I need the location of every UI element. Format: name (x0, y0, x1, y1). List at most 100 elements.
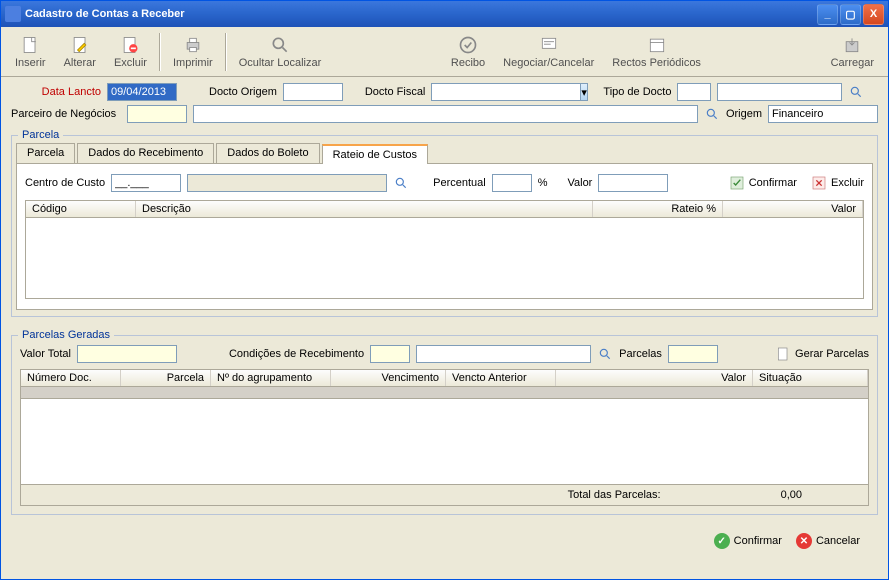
search-icon[interactable] (597, 346, 613, 362)
negociar-cancelar-button[interactable]: Negociar/Cancelar (495, 33, 602, 71)
ocultar-localizar-button[interactable]: Ocultar Localizar (231, 33, 330, 71)
parceiro-code-field[interactable] (127, 105, 187, 123)
data-lancto-field[interactable] (107, 83, 177, 101)
col-numero-doc[interactable]: Número Doc. (21, 370, 121, 386)
tipo-docto-desc-field[interactable] (717, 83, 842, 101)
window-buttons: _ ▢ X (817, 4, 884, 25)
minimize-button[interactable]: _ (817, 4, 838, 25)
gerar-parcelas-button[interactable]: Gerar Parcelas (775, 346, 869, 362)
percentual-field[interactable] (492, 174, 532, 192)
docto-origem-label: Docto Origem (209, 86, 277, 98)
tipo-docto-label: Tipo de Docto (603, 86, 671, 98)
check-circle-icon (458, 35, 478, 55)
docto-fiscal-label: Docto Fiscal (365, 86, 426, 98)
valor-total-label: Valor Total (20, 348, 71, 360)
alterar-button[interactable]: Alterar (56, 33, 104, 71)
rateio-excluir-label: Excluir (831, 177, 864, 189)
origem-field (768, 105, 878, 123)
document-new-icon (20, 35, 40, 55)
condicoes-code-field[interactable] (370, 345, 410, 363)
header-row-2: Parceiro de Negócios Origem (11, 105, 878, 123)
search-icon[interactable] (848, 84, 864, 100)
excluir-button[interactable]: Excluir (106, 33, 155, 71)
col-valor[interactable]: Valor (723, 201, 863, 217)
document-delete-icon (120, 35, 140, 55)
bottom-bar: ✓ Confirmar ✕ Cancelar (11, 525, 878, 557)
tab-rateio-custos[interactable]: Rateio de Custos (322, 144, 428, 164)
toolbar-separator (225, 33, 227, 71)
contract-icon (539, 35, 559, 55)
search-icon[interactable] (393, 175, 409, 191)
tipo-docto-code-field[interactable] (677, 83, 711, 101)
parcelas-field[interactable] (668, 345, 718, 363)
magnifier-icon (270, 35, 290, 55)
inserir-button[interactable]: Inserir (7, 33, 54, 71)
col-valor[interactable]: Valor (556, 370, 753, 386)
col-descricao[interactable]: Descrição (136, 201, 593, 217)
tab-parcela[interactable]: Parcela (16, 143, 75, 163)
docto-fiscal-field[interactable] (431, 83, 581, 101)
app-icon (5, 6, 21, 22)
negociar-cancelar-label: Negociar/Cancelar (503, 57, 594, 69)
parcelas-label: Parcelas (619, 348, 662, 360)
search-icon[interactable] (704, 106, 720, 122)
col-n-agrupamento[interactable]: Nº do agrupamento (211, 370, 331, 386)
col-vencimento[interactable]: Vencimento (331, 370, 446, 386)
toolbar: Inserir Alterar Excluir Imprimir Ocultar… (1, 27, 888, 77)
chevron-down-icon[interactable]: ▾ (581, 83, 588, 101)
toolbar-separator (159, 33, 161, 71)
recibo-button[interactable]: Recibo (443, 33, 493, 71)
valor-label: Valor (567, 177, 592, 189)
window-title: Cadastro de Contas a Receber (25, 8, 817, 20)
calendar-icon (647, 35, 667, 55)
col-parcela[interactable]: Parcela (121, 370, 211, 386)
content-area: Data Lancto Docto Origem Docto Fiscal ▾ … (1, 77, 888, 579)
rateio-table: Código Descrição Rateio % Valor (25, 200, 864, 299)
rateio-table-body (26, 218, 863, 298)
confirmar-button[interactable]: ✓ Confirmar (714, 533, 782, 549)
imprimir-label: Imprimir (173, 57, 213, 69)
centro-custo-code-field[interactable] (111, 174, 181, 192)
imprimir-button[interactable]: Imprimir (165, 33, 221, 71)
parceiro-desc-field[interactable] (193, 105, 698, 123)
rateio-confirmar-button[interactable]: Confirmar (729, 175, 797, 191)
parcelas-geradas-fieldset: Parcelas Geradas Valor Total Condições d… (11, 329, 878, 515)
origem-label: Origem (726, 108, 762, 120)
total-value: 0,00 (781, 489, 802, 501)
condicoes-desc-field[interactable] (416, 345, 591, 363)
docto-fiscal-combo[interactable]: ▾ (431, 83, 571, 101)
rateio-excluir-button[interactable]: Excluir (811, 175, 864, 191)
close-button[interactable]: X (863, 4, 884, 25)
docto-origem-field[interactable] (283, 83, 343, 101)
rectos-periodicos-button[interactable]: Rectos Periódicos (604, 33, 709, 71)
carregar-button[interactable]: Carregar (823, 33, 882, 71)
parcelas-table: Número Doc. Parcela Nº do agrupamento Ve… (20, 369, 869, 485)
tab-dados-recebimento[interactable]: Dados do Recebimento (77, 143, 214, 163)
table-row[interactable] (21, 387, 868, 399)
confirmar-label: Confirmar (734, 535, 782, 547)
percentual-suffix: % (538, 177, 548, 189)
document-icon (775, 346, 791, 362)
ocultar-localizar-label: Ocultar Localizar (239, 57, 322, 69)
valor-field[interactable] (598, 174, 668, 192)
header-row-1: Data Lancto Docto Origem Docto Fiscal ▾ … (11, 83, 878, 101)
col-situacao[interactable]: Situação (753, 370, 868, 386)
rateio-table-header: Código Descrição Rateio % Valor (26, 201, 863, 218)
window: Cadastro de Contas a Receber _ ▢ X Inser… (0, 0, 889, 580)
col-codigo[interactable]: Código (26, 201, 136, 217)
gerar-parcelas-label: Gerar Parcelas (795, 348, 869, 360)
total-label: Total das Parcelas: (568, 489, 661, 501)
valor-total-field[interactable] (77, 345, 177, 363)
percentual-label: Percentual (433, 177, 486, 189)
parcelas-geradas-legend: Parcelas Geradas (18, 329, 114, 341)
cancelar-label: Cancelar (816, 535, 860, 547)
data-lancto-label: Data Lancto (11, 86, 101, 98)
cancelar-button[interactable]: ✕ Cancelar (796, 533, 860, 549)
col-vencto-anterior[interactable]: Vencto Anterior (446, 370, 556, 386)
rateio-panel: Centro de Custo Percentual % Valor (16, 163, 873, 310)
parcelas-table-body (21, 399, 868, 484)
maximize-button[interactable]: ▢ (840, 4, 861, 25)
tab-dados-boleto[interactable]: Dados do Boleto (216, 143, 319, 163)
centro-custo-desc-field (187, 174, 387, 192)
col-rateio-pct[interactable]: Rateio % (593, 201, 723, 217)
